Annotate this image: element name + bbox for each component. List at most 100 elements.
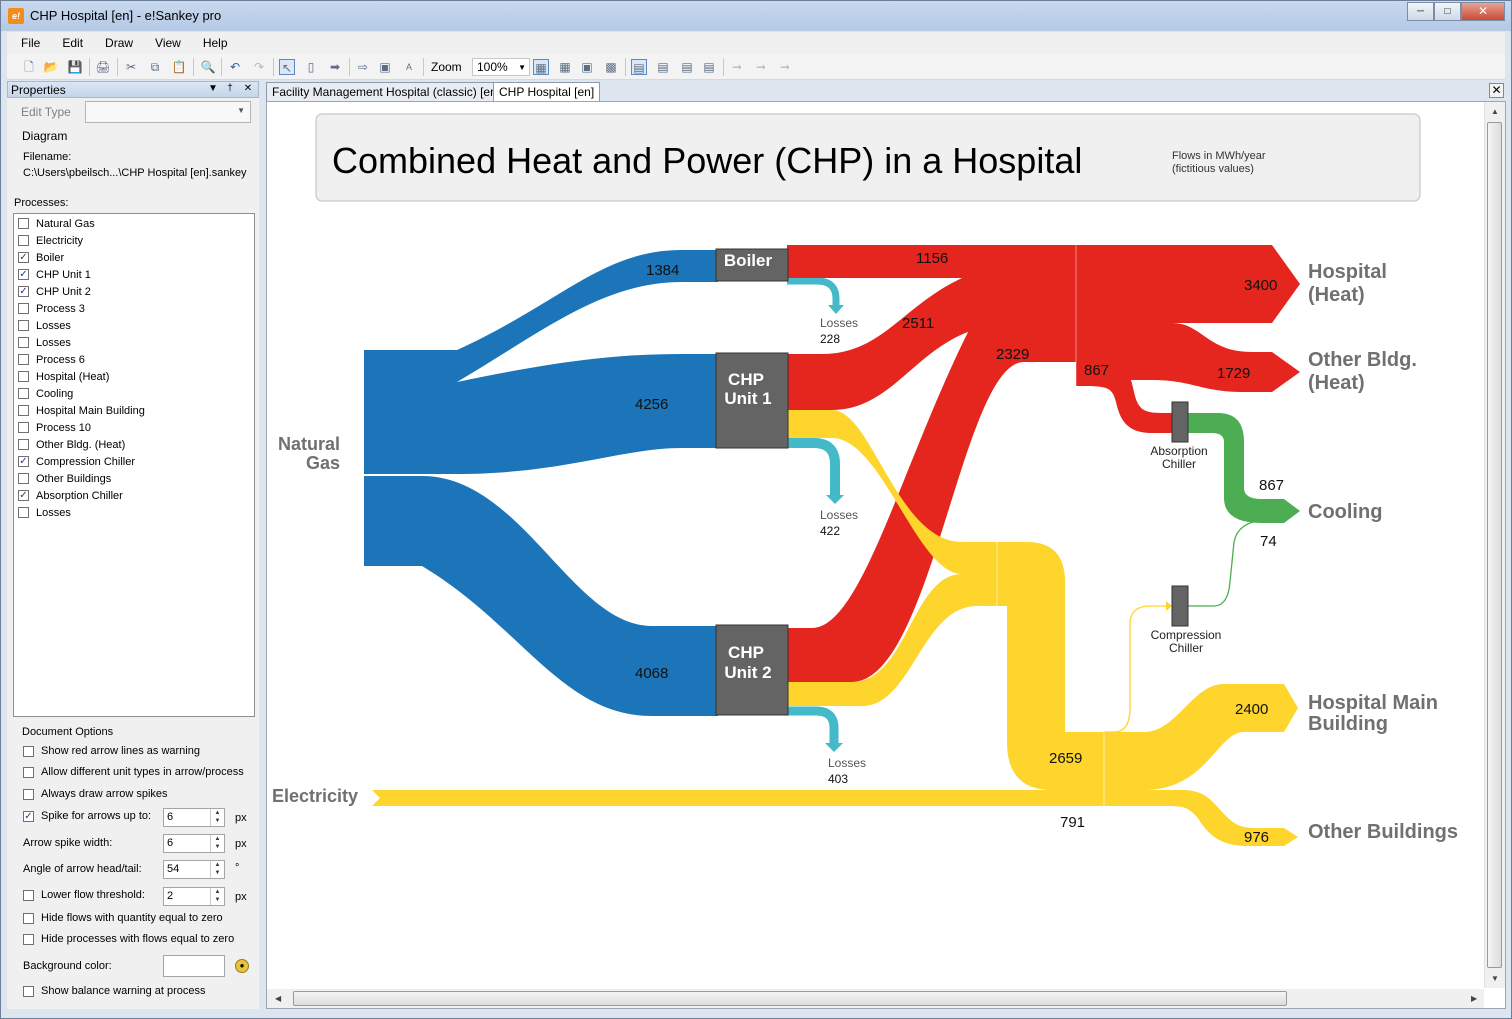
view-mode-1-icon[interactable]: ▤ xyxy=(631,59,647,75)
horizontal-scroll-thumb[interactable] xyxy=(293,991,1287,1006)
print-icon[interactable]: 🖨 xyxy=(95,59,111,75)
spinner-arrows-icon[interactable]: ▲ ▼ xyxy=(210,835,224,852)
process-list-item[interactable]: ✓ Boiler xyxy=(18,249,64,266)
process-checkbox[interactable]: ✓ xyxy=(18,269,29,280)
process-checkbox[interactable]: ✓ xyxy=(18,490,29,501)
spinner-arrows-icon[interactable]: ▲ ▼ xyxy=(210,809,224,826)
option-lower-threshold[interactable]: Lower flow threshold: xyxy=(23,889,145,901)
spike-width-stepper[interactable]: 6 ▲ ▼ xyxy=(163,834,225,853)
flow-electricity[interactable] xyxy=(372,790,1298,846)
redo-icon[interactable]: ↷ xyxy=(251,59,267,75)
spike-value-stepper[interactable]: 6 ▲ ▼ xyxy=(163,808,225,827)
select-pointer-icon[interactable]: ↖ xyxy=(279,59,295,75)
process-list-item[interactable]: Losses xyxy=(18,317,71,334)
spinner-arrows-icon[interactable]: ▲ ▼ xyxy=(210,888,224,905)
process-list-item[interactable]: Natural Gas xyxy=(18,215,95,232)
view-mode-3-icon[interactable]: ▤ xyxy=(679,59,695,75)
cut-icon[interactable]: ✂ xyxy=(123,59,139,75)
process-checkbox[interactable] xyxy=(18,371,29,382)
option-hide-zero-processes[interactable]: Hide processes with flows equal to zero xyxy=(23,933,234,945)
process-list-item[interactable]: ✓ CHP Unit 1 xyxy=(18,266,91,283)
maximize-button[interactable]: □ xyxy=(1434,2,1461,21)
process-list-item[interactable]: Hospital Main Building xyxy=(18,402,145,419)
process-checkbox[interactable]: ✓ xyxy=(18,456,29,467)
menu-edit[interactable]: Edit xyxy=(48,36,91,50)
view-mode-4-icon[interactable]: ▤ xyxy=(701,59,717,75)
edit-type-select[interactable]: ▼ xyxy=(85,101,251,123)
draw-entry-icon[interactable]: ⇨ xyxy=(355,59,371,75)
process-list-item[interactable]: Electricity xyxy=(18,232,83,249)
document-close-icon[interactable]: ✕ xyxy=(1489,83,1504,98)
arrange-back-icon[interactable]: ➞ xyxy=(729,59,745,75)
process-checkbox[interactable] xyxy=(18,303,29,314)
process-list[interactable]: Natural Gas Electricity ✓ Boiler ✓ CHP Unit 1… xyxy=(13,213,255,717)
insert-image-icon[interactable]: ▣ xyxy=(377,59,393,75)
tab-chp-hospital[interactable]: CHP Hospital [en] xyxy=(493,82,601,102)
process-list-item[interactable]: Process 10 xyxy=(18,419,91,436)
vertical-scroll-thumb[interactable] xyxy=(1487,122,1502,968)
vertical-scrollbar[interactable]: ▲ ▼ xyxy=(1484,102,1505,988)
zoom-select[interactable]: 100% ▼ xyxy=(472,58,530,76)
process-checkbox[interactable] xyxy=(18,337,29,348)
menu-file[interactable]: File xyxy=(7,36,48,50)
save-icon[interactable]: 💾 xyxy=(67,59,83,75)
panel-close-icon[interactable]: ✕ xyxy=(241,83,255,94)
flow-compression-cooling[interactable] xyxy=(1188,519,1265,607)
horizontal-scrollbar[interactable]: ◀ ▶ xyxy=(267,989,1484,1008)
panel-dropdown-icon[interactable]: ▼ xyxy=(206,83,220,94)
process-checkbox[interactable] xyxy=(18,320,29,331)
background-color-field[interactable] xyxy=(163,955,225,977)
flow-chp2-losses[interactable] xyxy=(787,706,839,744)
process-list-item[interactable]: Process 6 xyxy=(18,351,85,368)
flow-main-building[interactable] xyxy=(1104,684,1298,790)
new-file-icon[interactable]: 🗋 xyxy=(21,59,37,75)
process-checkbox[interactable] xyxy=(18,388,29,399)
fit-page-icon[interactable]: ▦ xyxy=(533,59,549,75)
option-hide-zero-flows[interactable]: Hide flows with quantity equal to zero xyxy=(23,912,223,924)
option-different-units[interactable]: Allow different unit types in arrow/proc… xyxy=(23,766,244,778)
zoom-window-icon[interactable]: ▩ xyxy=(603,59,619,75)
process-checkbox[interactable]: ✓ xyxy=(18,252,29,263)
close-button[interactable]: ✕ xyxy=(1461,2,1505,21)
scroll-up-icon[interactable]: ▲ xyxy=(1491,107,1499,116)
process-list-item[interactable]: Losses xyxy=(18,504,71,521)
process-list-item[interactable]: Hospital (Heat) xyxy=(18,368,109,385)
flow-boiler-losses[interactable] xyxy=(787,277,840,306)
title-bar[interactable]: e! CHP Hospital [en] - e!Sankey pro ─ □ … xyxy=(1,1,1511,31)
process-checkbox[interactable]: ✓ xyxy=(18,286,29,297)
scroll-left-icon[interactable]: ◀ xyxy=(275,994,281,1003)
zoom-extents-icon[interactable]: ▣ xyxy=(579,59,595,75)
checkbox[interactable] xyxy=(23,889,34,901)
process-list-item[interactable]: Other Bldg. (Heat) xyxy=(18,436,125,453)
option-always-spikes[interactable]: Always draw arrow spikes xyxy=(23,788,168,800)
paste-icon[interactable]: 📋 xyxy=(171,59,187,75)
find-icon[interactable]: 🔍 xyxy=(200,59,216,75)
process-checkbox[interactable] xyxy=(18,405,29,416)
arrange-forward-icon[interactable]: ➞ xyxy=(753,59,769,75)
process-list-item[interactable]: Cooling xyxy=(18,385,73,402)
process-checkbox[interactable] xyxy=(18,218,29,229)
checkbox[interactable]: ✓ xyxy=(23,810,34,822)
draw-arrow-icon[interactable]: ➡ xyxy=(327,59,343,75)
checkbox[interactable] xyxy=(23,933,34,945)
process-checkbox[interactable] xyxy=(18,235,29,246)
pin-icon[interactable]: † xyxy=(223,83,237,94)
insert-text-icon[interactable]: A xyxy=(401,59,417,75)
view-mode-2-icon[interactable]: ▤ xyxy=(655,59,671,75)
checkbox[interactable] xyxy=(23,766,34,778)
checkbox[interactable] xyxy=(23,788,34,800)
menu-draw[interactable]: Draw xyxy=(91,36,141,50)
draw-process-icon[interactable]: ▯ xyxy=(303,59,319,75)
minimize-button[interactable]: ─ xyxy=(1407,2,1434,21)
scroll-right-icon[interactable]: ▶ xyxy=(1471,994,1477,1003)
grid-icon[interactable]: ▦ xyxy=(557,59,573,75)
arrow-angle-stepper[interactable]: 54 ▲ ▼ xyxy=(163,860,225,879)
process-checkbox[interactable] xyxy=(18,354,29,365)
process-checkbox[interactable] xyxy=(18,422,29,433)
undo-icon[interactable]: ↶ xyxy=(227,59,243,75)
menu-view[interactable]: View xyxy=(141,36,189,50)
flow-cooling[interactable] xyxy=(1188,413,1300,523)
process-list-item[interactable]: Losses xyxy=(18,334,71,351)
color-picker-icon[interactable]: ● xyxy=(235,959,249,973)
option-spike-for-arrows[interactable]: ✓ Spike for arrows up to: xyxy=(23,810,151,822)
